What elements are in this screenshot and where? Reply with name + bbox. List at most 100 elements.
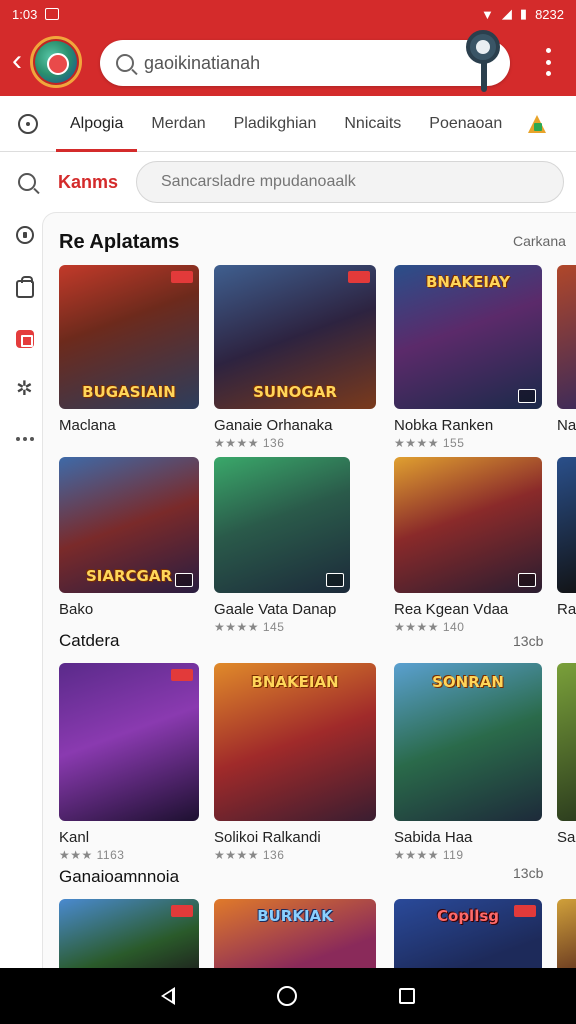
game-name[interactable]: Rea Kgean Vdaa (394, 601, 542, 618)
game-thumbnail[interactable] (59, 663, 199, 821)
game-name[interactable]: Bako (59, 601, 199, 618)
tab-alpogia[interactable]: Alpogia (56, 96, 138, 152)
see-all-link[interactable]: 13cb (513, 865, 543, 881)
see-all-link[interactable]: 13cb (513, 633, 543, 649)
info-circle-icon[interactable] (16, 226, 34, 244)
status-clock: 8232 (535, 6, 564, 22)
bag-icon[interactable] (16, 276, 34, 298)
play-logo-icon[interactable] (526, 113, 548, 135)
status-bar: 1:03 ▼ ◢ ▮ 8232 (0, 0, 576, 28)
game-rating: ★★★★ 140 (394, 620, 465, 634)
game-thumbnail[interactable] (557, 899, 576, 968)
tab-pladikghian[interactable]: Pladikghian (220, 96, 331, 152)
game-thumbnail[interactable]: BNAKEIAN (214, 663, 376, 821)
game-rating: ★★★★ 155 (394, 436, 465, 450)
app-logo[interactable] (30, 36, 82, 88)
game-card[interactable] (59, 899, 199, 968)
filter-label[interactable]: Kanms (58, 172, 118, 193)
nav-back-icon[interactable] (161, 987, 175, 1005)
game-art-text: Copllsg (437, 907, 499, 925)
game-card[interactable]: Copllsg (394, 899, 542, 968)
game-rating: ★★★★ 145 (214, 620, 285, 634)
game-name[interactable]: Sa (557, 829, 576, 846)
game-name[interactable]: Na (557, 417, 576, 434)
game-name[interactable]: Sabida Haa (394, 829, 542, 846)
home-circle-icon[interactable] (18, 113, 38, 134)
game-thumbnail[interactable]: SIARCGAR (59, 457, 199, 593)
game-thumbnail[interactable] (557, 265, 576, 409)
signal-icon: ◢ (501, 6, 512, 21)
game-name[interactable]: Gaale Vata Danap (214, 601, 350, 618)
search-icon (116, 54, 134, 72)
game-card[interactable]: BNAKEIAY Nobka Ranken ★★★★ 155 (394, 265, 542, 450)
game-name[interactable]: Solikoi Ralkandi (214, 829, 376, 846)
game-rating: ★★★ 1163 (59, 848, 125, 862)
more-dots-icon[interactable] (16, 430, 34, 448)
game-art-text: BNAKEIAY (425, 273, 511, 291)
game-card[interactable] (557, 899, 576, 968)
app-bar: ‹ (0, 28, 576, 96)
game-thumbnail[interactable] (214, 457, 350, 593)
game-card[interactable]: Kanl ★★★ 1163 (59, 663, 199, 862)
game-card[interactable]: Gaale Vata Danap ★★★★ 145 (214, 457, 350, 634)
search-icon[interactable] (18, 173, 36, 191)
tab-poenaoan[interactable]: Poenaoan (415, 96, 516, 152)
game-art-text: BNAKEIAN (251, 673, 339, 691)
game-card[interactable]: BNAKEIAN Solikoi Ralkandi ★★★★ 136 (214, 663, 376, 862)
game-card[interactable]: Ra (557, 457, 576, 618)
game-name[interactable]: Ganaie Orhanaka (214, 417, 376, 434)
game-card[interactable]: Rea Kgean Vdaa ★★★★ 140 (394, 457, 542, 634)
game-rating: ★★★★ 119 (394, 848, 464, 862)
game-card[interactable]: BURKIAK (214, 899, 376, 968)
tab-nnicaits[interactable]: Nnicaits (330, 96, 415, 152)
category-tabs: Alpogia Merdan Pladikghian Nnicaits Poen… (0, 96, 576, 152)
side-rail: ✲ (0, 212, 42, 968)
game-card[interactable]: BUGASIAIN Maclana (59, 265, 199, 436)
notification-icon (45, 8, 60, 20)
game-art-text: BURKIAK (257, 907, 333, 925)
game-thumbnail[interactable]: BNAKEIAY (394, 265, 542, 409)
game-art-text: BUGASIAIN (82, 383, 176, 401)
game-thumbnail[interactable]: SUNOGAR (214, 265, 376, 409)
gear-icon[interactable]: ✲ (16, 379, 34, 399)
main-content: Re Aplatams Carkana BUGASIAIN Maclana SU… (42, 212, 576, 968)
game-thumbnail[interactable]: BUGASIAIN (59, 265, 199, 409)
game-thumbnail[interactable]: SONRAN (394, 663, 542, 821)
nav-home-icon[interactable] (277, 986, 297, 1006)
game-art-text: SONRAN (432, 673, 504, 691)
game-name[interactable]: Maclana (59, 417, 199, 434)
nav-recents-icon[interactable] (399, 988, 415, 1004)
overflow-menu-icon[interactable] (546, 48, 552, 76)
filter-input[interactable] (136, 161, 564, 203)
game-thumbnail[interactable] (557, 457, 576, 593)
game-thumbnail[interactable]: Copllsg (394, 899, 542, 968)
game-thumbnail[interactable] (59, 899, 199, 968)
game-thumbnail[interactable] (557, 663, 576, 821)
battery-icon: ▮ (519, 6, 528, 21)
game-name[interactable]: Kanl (59, 829, 199, 846)
game-thumbnail[interactable]: BURKIAK (214, 899, 376, 968)
game-card[interactable]: SONRAN Sabida Haa ★★★★ 119 (394, 663, 542, 862)
game-card[interactable]: SIARCGAR Bako (59, 457, 199, 618)
game-card[interactable]: Sa (557, 663, 576, 846)
game-name[interactable]: Nobka Ranken (394, 417, 542, 434)
filter-bar: Kanms (0, 153, 576, 211)
game-card[interactable]: SUNOGAR Ganaie Orhanaka ★★★★ 136 (214, 265, 376, 450)
game-card[interactable]: Na (557, 265, 576, 434)
section-title: Catdera (59, 631, 120, 650)
section-title: Ganaioamnnoia (59, 867, 180, 886)
system-nav-bar (0, 968, 576, 1024)
status-time: 1:03 (12, 6, 38, 22)
game-name[interactable]: Ra (557, 601, 576, 618)
see-all-link[interactable]: Carkana (513, 233, 566, 249)
search-input[interactable] (144, 52, 444, 74)
map-pin-icon[interactable] (466, 30, 502, 100)
game-thumbnail[interactable] (394, 457, 542, 593)
search-bar[interactable] (100, 40, 510, 86)
game-art-text: SIARCGAR (85, 567, 173, 585)
tab-merdan[interactable]: Merdan (137, 96, 219, 152)
apps-icon[interactable] (16, 330, 34, 348)
section-title: Re Aplatams (59, 231, 180, 253)
game-rating: ★★★★ 136 (214, 436, 285, 450)
wifi-icon: ▼ (481, 6, 494, 22)
